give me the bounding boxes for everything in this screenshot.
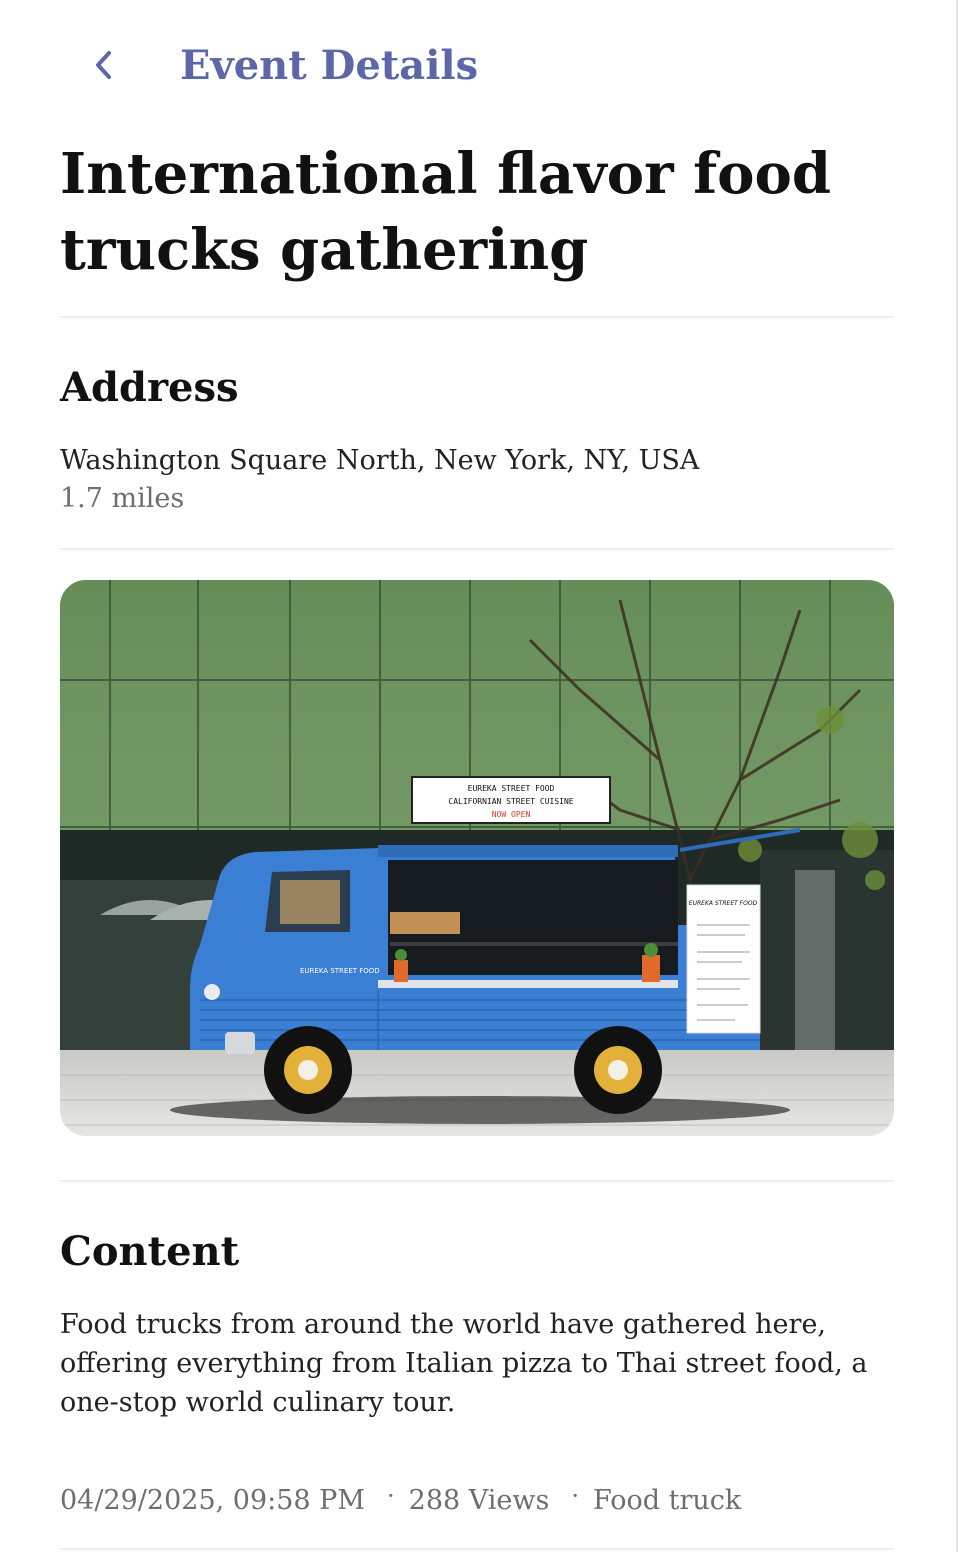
event-photo: EUREKA STREET FOOD CALIFORNIAN STREET CU… [60,580,894,1136]
divider [60,316,894,318]
menu-board-title: EUREKA STREET FOOD [689,900,758,907]
shop-sign-line1: EUREKA STREET FOOD [468,784,555,793]
distance-text: 1.7 miles [60,483,185,514]
address-text: Washington Square North, New York, NY, U… [60,445,700,476]
divider [60,1180,894,1182]
content-heading: Content [60,1228,240,1275]
divider [60,548,894,550]
divider [60,1548,894,1550]
view-count: 288 Views [408,1484,550,1516]
shop-sign-line3: NOW OPEN [492,810,531,819]
shop-sign-line2: CALIFORNIAN STREET CUISINE [448,797,573,806]
event-category[interactable]: Food truck [593,1485,741,1516]
truck-side-label: EUREKA STREET FOOD [300,967,380,975]
top-bar: Event Details [0,0,956,132]
page-title: Event Details [180,42,479,89]
back-button[interactable] [78,40,128,90]
meta-separator: · [571,1482,580,1510]
chevron-left-icon [96,51,111,79]
event-meta: 04/29/2025, 09:58 PM · 288 Views · Food … [60,1480,741,1520]
content-text: Food trucks from around the world have g… [60,1309,868,1418]
event-title: International flavor food trucks gatheri… [60,141,832,283]
event-datetime: 04/29/2025, 09:58 PM [60,1484,365,1516]
address-heading: Address [60,364,239,411]
meta-separator: · [387,1482,395,1510]
